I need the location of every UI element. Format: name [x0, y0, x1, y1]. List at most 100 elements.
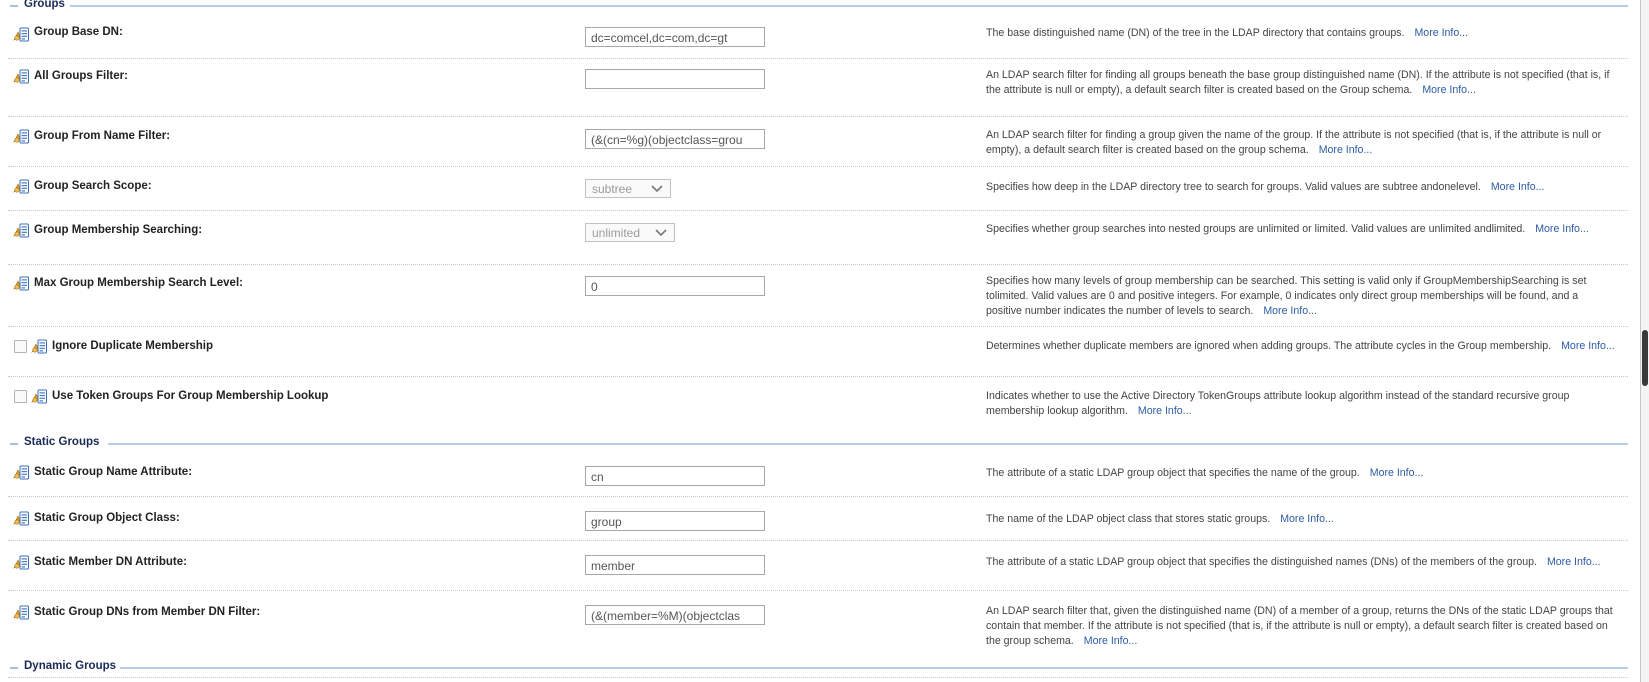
more-info-link[interactable]: More Info... — [1319, 144, 1373, 156]
description-text: An LDAP search filter for finding a grou… — [986, 129, 1602, 156]
section-groups: Groups — [0, 0, 1628, 12]
row-ignore-duplicate-membership: Ignore Duplicate Membership Determines w… — [8, 326, 1628, 377]
section-title-static-groups: Static Groups — [24, 436, 100, 448]
row-static-group-name-attribute: Static Group Name Attribute: cn The attr… — [8, 452, 1628, 497]
row-static-member-dn-attribute: Static Member DN Attribute: member The a… — [8, 540, 1628, 591]
ignore-duplicate-membership-label: Ignore Duplicate Membership — [52, 340, 214, 352]
description-text: The attribute of a static LDAP group obj… — [986, 556, 1537, 568]
description-text: Specifies whether group searches into ne… — [986, 223, 1526, 235]
description-text: Indicates whether to use the Active Dire… — [986, 390, 1570, 417]
group-membership-searching-select[interactable]: unlimited — [585, 223, 675, 242]
more-info-link[interactable]: More Info... — [1370, 467, 1424, 479]
section-title-groups: Groups — [24, 0, 65, 10]
static-group-dns-filter-description: An LDAP search filter that, given the di… — [986, 604, 1616, 649]
static-group-name-attribute-input[interactable]: cn — [585, 466, 765, 486]
use-token-groups-checkbox[interactable] — [14, 390, 27, 403]
more-info-link[interactable]: More Info... — [1535, 223, 1589, 235]
row-group-search-scope: Group Search Scope: subtree Specifies ho… — [8, 166, 1628, 211]
all-groups-filter-input[interactable] — [585, 69, 765, 89]
more-info-link[interactable]: More Info... — [1422, 84, 1476, 96]
max-group-membership-search-level-input[interactable]: 0 — [585, 276, 765, 296]
chevron-down-icon — [651, 185, 663, 193]
selected-value: unlimited — [592, 226, 641, 240]
config-attribute-icon — [12, 128, 30, 146]
description-text: An LDAP search filter for finding all gr… — [986, 69, 1610, 96]
static-group-dns-filter-label: Static Group DNs from Member DN Filter: — [34, 606, 261, 618]
legend-line — [120, 667, 1628, 669]
config-attribute-icon — [12, 68, 30, 86]
description-text: Specifies how deep in the LDAP directory… — [986, 181, 1481, 193]
static-member-dn-attribute-label: Static Member DN Attribute: — [34, 556, 187, 568]
legend-dash — [10, 5, 18, 7]
description-text: Determines whether duplicate members are… — [986, 340, 1552, 352]
legend-line — [108, 443, 1628, 445]
group-from-name-filter-description: An LDAP search filter for finding a grou… — [986, 128, 1616, 158]
settings-panel: Groups Group Base DN: dc=comcel,dc=com,d… — [0, 0, 1641, 682]
row-group-base-dn: Group Base DN: dc=comcel,dc=com,dc=gt Th… — [8, 14, 1628, 59]
static-member-dn-attribute-input[interactable]: member — [585, 555, 765, 575]
more-info-link[interactable]: More Info... — [1280, 513, 1334, 525]
row-static-group-dns-from-member-dn-filter: Static Group DNs from Member DN Filter: … — [8, 590, 1628, 652]
description-text: An LDAP search filter that, given the di… — [986, 605, 1613, 647]
config-attribute-icon — [12, 464, 30, 482]
row-max-group-membership-search-level: Max Group Membership Search Level: 0 Spe… — [8, 264, 1628, 327]
config-attribute-icon — [12, 222, 30, 240]
more-info-link[interactable]: More Info... — [1491, 181, 1545, 193]
more-info-link[interactable]: More Info... — [1138, 405, 1192, 417]
use-token-groups-label: Use Token Groups For Group Membership Lo… — [52, 390, 329, 402]
ignore-duplicate-membership-description: Determines whether duplicate members are… — [986, 339, 1616, 354]
row-group-membership-searching: Group Membership Searching: unlimited Sp… — [8, 210, 1628, 265]
static-group-object-class-description: The name of the LDAP object class that s… — [986, 512, 1616, 527]
row-use-token-groups: Use Token Groups For Group Membership Lo… — [8, 376, 1628, 428]
all-groups-filter-label: All Groups Filter: — [34, 70, 128, 82]
config-attribute-icon — [12, 26, 30, 44]
row-group-from-name-filter: Group From Name Filter: (&(cn=%g)(object… — [8, 116, 1628, 167]
max-group-membership-search-level-description: Specifies how many levels of group membe… — [986, 274, 1616, 319]
scrollbar-thumb[interactable] — [1642, 330, 1648, 386]
more-info-link[interactable]: More Info... — [1084, 635, 1138, 647]
static-group-name-attribute-description: The attribute of a static LDAP group obj… — [986, 466, 1616, 481]
chevron-down-icon — [655, 229, 667, 237]
description-text: The base distinguished name (DN) of the … — [986, 27, 1405, 39]
group-from-name-filter-input[interactable]: (&(cn=%g)(objectclass=grou — [585, 129, 765, 149]
config-attribute-icon — [12, 275, 30, 293]
group-search-scope-select[interactable]: subtree — [585, 179, 671, 198]
legend-dash — [10, 667, 18, 669]
group-base-dn-input[interactable]: dc=comcel,dc=com,dc=gt — [585, 27, 765, 47]
static-group-dns-filter-input[interactable]: (&(member=%M)(objectclas — [585, 605, 765, 625]
group-base-dn-label: Group Base DN: — [34, 26, 123, 38]
legend-line — [70, 5, 1628, 7]
legend-dash — [10, 443, 18, 445]
selected-value: subtree — [592, 182, 633, 196]
config-attribute-icon — [12, 554, 30, 572]
all-groups-filter-description: An LDAP search filter for finding all gr… — [986, 68, 1616, 98]
section-static-groups: Static Groups — [0, 436, 1628, 450]
description-text: The name of the LDAP object class that s… — [986, 513, 1271, 525]
group-membership-searching-label: Group Membership Searching: — [34, 224, 203, 236]
row-static-group-object-class: Static Group Object Class: group The nam… — [8, 496, 1628, 541]
config-attribute-icon — [12, 510, 30, 528]
config-attribute-icon — [12, 178, 30, 196]
ignore-duplicate-membership-checkbox[interactable] — [14, 340, 27, 353]
group-membership-searching-description: Specifies whether group searches into ne… — [986, 222, 1616, 237]
static-member-dn-attribute-description: The attribute of a static LDAP group obj… — [986, 555, 1616, 570]
config-attribute-icon — [30, 338, 48, 356]
static-group-object-class-label: Static Group Object Class: — [34, 512, 180, 524]
more-info-link[interactable]: More Info... — [1414, 27, 1468, 39]
description-text: The attribute of a static LDAP group obj… — [986, 467, 1360, 479]
static-group-object-class-input[interactable]: group — [585, 511, 765, 531]
static-group-name-attribute-label: Static Group Name Attribute: — [34, 466, 193, 478]
divider — [8, 677, 1628, 678]
row-all-groups-filter: All Groups Filter: An LDAP search filter… — [8, 58, 1628, 117]
more-info-link[interactable]: More Info... — [1561, 340, 1615, 352]
more-info-link[interactable]: More Info... — [1547, 556, 1601, 568]
config-attribute-icon — [12, 604, 30, 622]
group-base-dn-description: The base distinguished name (DN) of the … — [986, 26, 1616, 41]
section-title-dynamic-groups: Dynamic Groups — [24, 660, 117, 672]
max-group-membership-search-level-label: Max Group Membership Search Level: — [34, 277, 243, 289]
section-dynamic-groups: Dynamic Groups — [0, 660, 1628, 674]
more-info-link[interactable]: More Info... — [1263, 305, 1317, 317]
group-search-scope-label: Group Search Scope: — [34, 180, 152, 192]
group-from-name-filter-label: Group From Name Filter: — [34, 130, 171, 142]
use-token-groups-description: Indicates whether to use the Active Dire… — [986, 389, 1616, 419]
